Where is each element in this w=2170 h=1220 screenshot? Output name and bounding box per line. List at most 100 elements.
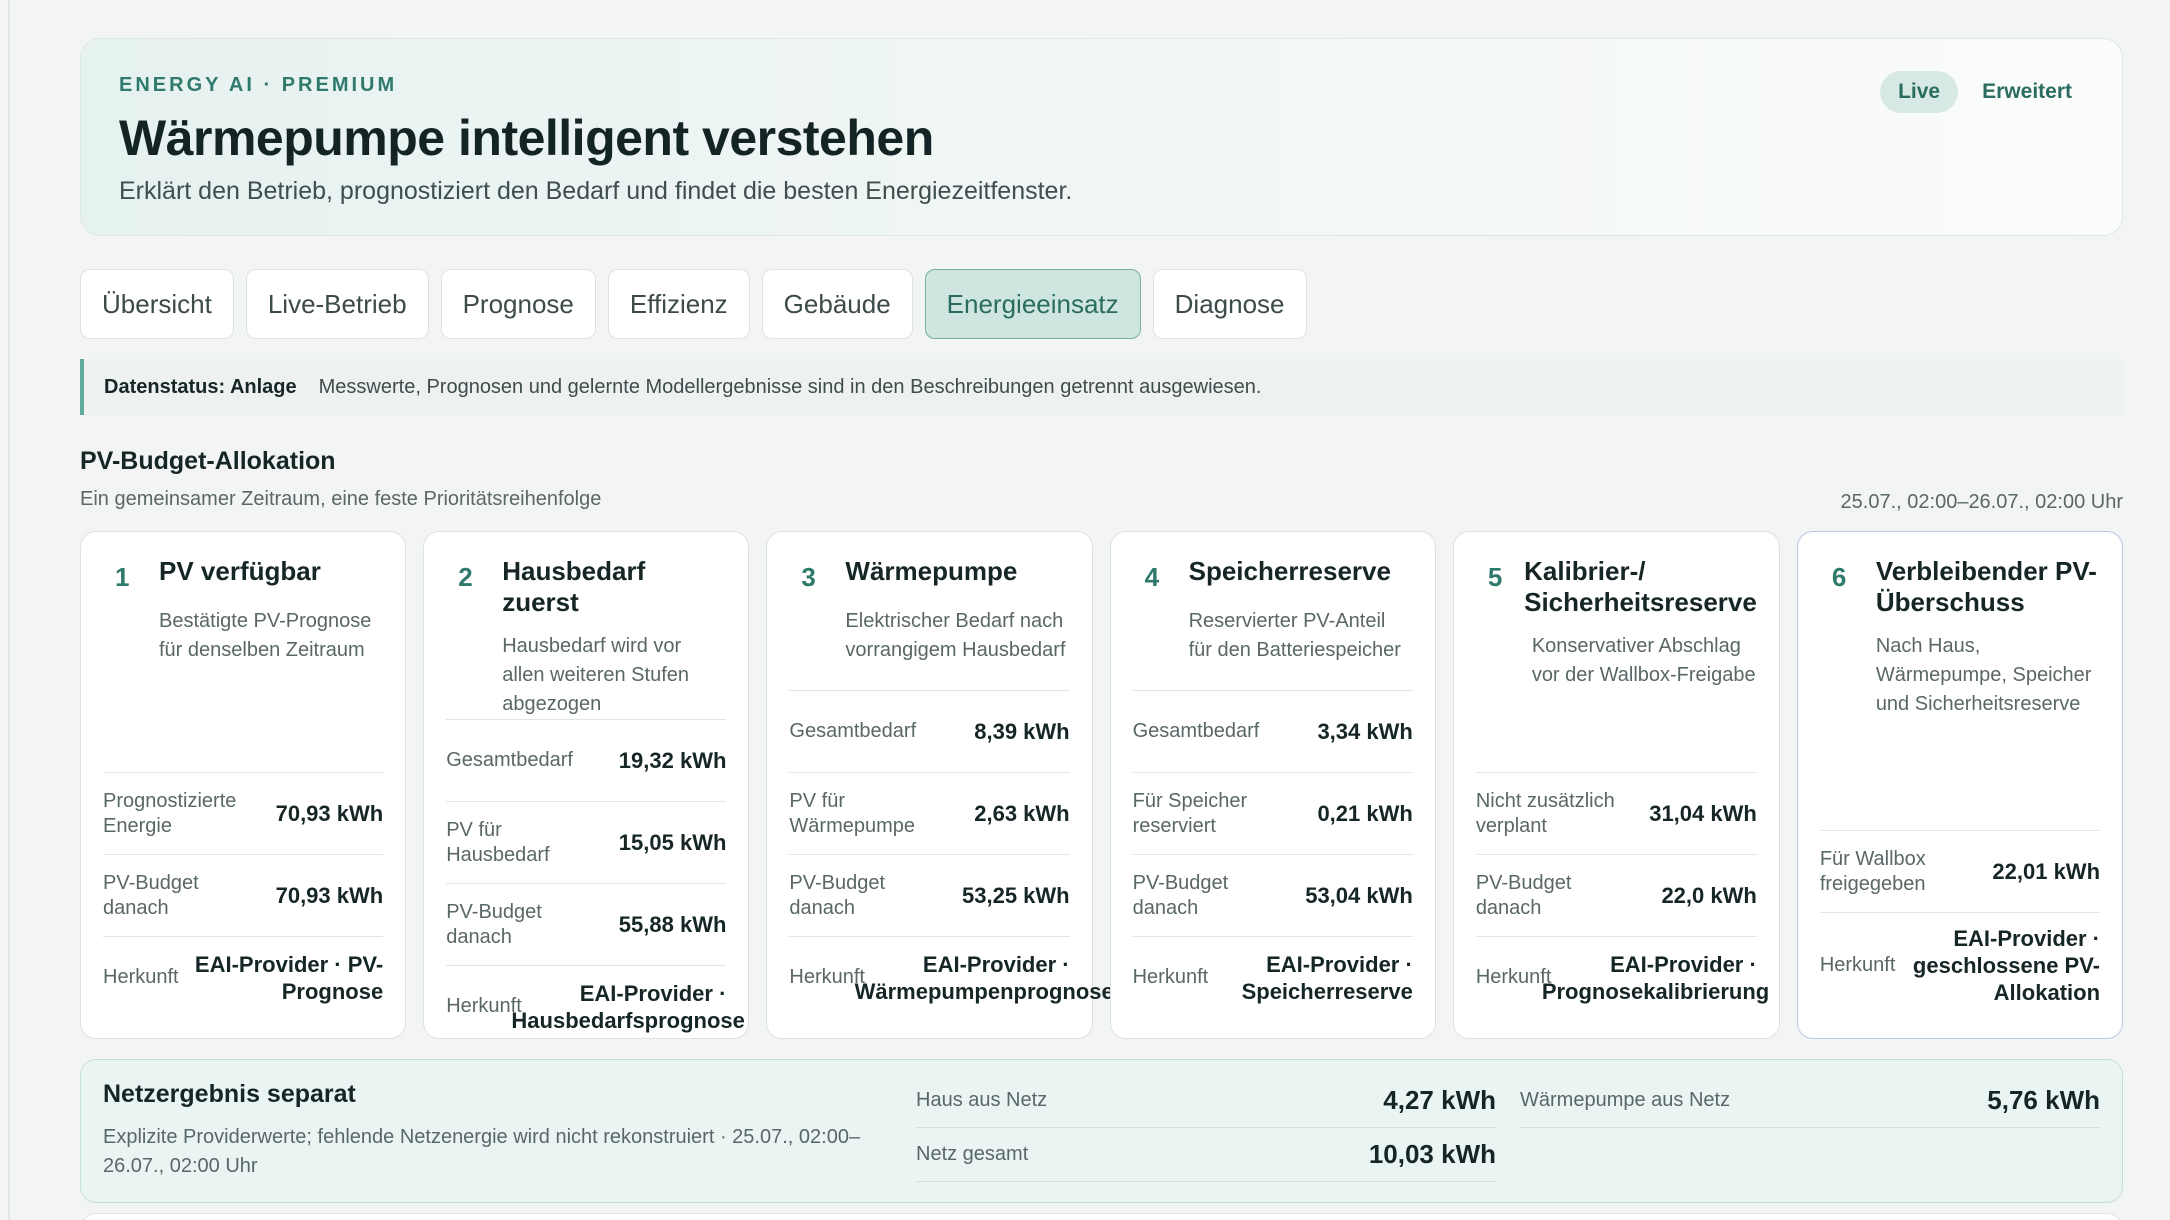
metric-label: Gesamtbedarf (789, 720, 917, 742)
card-description: Nach Haus, Wärmepumpe, Speicher und Sich… (1875, 635, 2092, 715)
metric-house-from-grid: Haus aus Netz 4,27 kWh (916, 1080, 1496, 1128)
next-section-card (80, 1213, 2123, 1220)
hero-header: ENERGY AI · PREMIUM Wärmepumpe intellige… (80, 38, 2123, 236)
card-description: Konservativer Abschlag vor der Wallbox-F… (1531, 635, 1756, 686)
metric-value: 19,32 kWh (618, 748, 727, 773)
metric-label: Für Wallbox freigegeben (1819, 847, 1926, 895)
metric-label: Für Speicher reserviert (1132, 789, 1248, 837)
card-description: Hausbedarf wird vor allen weiteren Stufe… (502, 635, 689, 715)
step-number: 2 (458, 562, 473, 592)
source-value: EAI-Provider · geschlossene PV-Allokatio… (1912, 926, 2101, 1005)
section-subtitle: Ein gemeinsamer Zeitraum, eine feste Pri… (80, 488, 602, 510)
metric-label: Wärmepumpe aus Netz (1520, 1089, 1731, 1111)
source-label: Herkunft (1475, 966, 1552, 988)
metric-label: PV-Budget danach (1475, 871, 1572, 919)
allocation-card-pv-surplus: 6 Verbleibender PV-Überschuss Nach Haus,… (1796, 531, 2124, 1039)
metric-row: Gesamtbedarf 8,39 kWh (789, 690, 1070, 772)
source-value: EAI-Provider · Wärmepumpenprognose (854, 951, 1114, 1004)
extended-toggle[interactable]: Erweitert (1982, 80, 2072, 104)
left-divider (8, 0, 10, 1220)
metric-label: Haus aus Netz (916, 1089, 1048, 1111)
metric-value: 53,04 kWh (1305, 883, 1413, 908)
tab-live-operation[interactable]: Live-Betrieb (245, 269, 429, 339)
metric-label: PV-Budget danach (789, 871, 886, 919)
status-text: Messwerte, Prognosen und gelernte Modell… (318, 375, 1262, 398)
card-title: PV verfügbar (159, 556, 321, 586)
card-description: Elektrischer Bedarf nach vorrangigem Hau… (845, 610, 1066, 661)
metric-value: 53,25 kWh (962, 883, 1070, 908)
metric-row: Gesamtbedarf 3,34 kWh (1132, 690, 1413, 772)
tab-bar: Übersicht Live-Betrieb Prognose Effizien… (80, 269, 2123, 339)
allocation-card-pv-available: 1 PV verfügbar Bestätigte PV-Prognose fü… (80, 531, 407, 1039)
card-title: Kalibrier-/ Sicherheitsreserve (1524, 556, 1757, 617)
metric-value: 70,93 kWh (275, 883, 384, 908)
metric-value: 31,04 kWh (1649, 801, 1757, 826)
metric-value: 70,93 kWh (275, 801, 384, 826)
metric-value: 10,03 kWh (1368, 1139, 1496, 1169)
source-label: Herkunft (103, 966, 179, 988)
page-title: Wärmepumpe intelligent verstehen (119, 110, 934, 166)
metric-row: PV für Hausbedarf 15,05 kWh (446, 801, 727, 883)
metric-row: Für Speicher reserviert 0,21 kWh (1132, 772, 1413, 854)
metric-heat-pump-from-grid: Wärmepumpe aus Netz 5,76 kWh (1520, 1080, 2100, 1128)
metric-row: PV-Budget danach 55,88 kWh (446, 883, 727, 965)
metric-grid-total: Netz gesamt 10,03 kWh (916, 1134, 1496, 1182)
data-status-banner: Datenstatus: Anlage Messwerte, Prognosen… (80, 359, 2123, 415)
section-time-range: 25.07., 02:00–26.07., 02:00 Uhr (1840, 491, 2123, 513)
metric-label: Gesamtbedarf (1132, 720, 1260, 742)
source-row: Herkunft EAI-Provider · Wärmepumpenprogn… (789, 936, 1114, 1018)
metric-label: PV für Hausbedarf (446, 818, 550, 866)
metric-value: 15,05 kWh (618, 830, 727, 855)
card-description: Reservierter PV-Anteil für den Batteries… (1188, 610, 1401, 661)
tab-energy-use[interactable]: Energieeinsatz (924, 269, 1141, 339)
card-title: Hausbedarf zuerst (502, 556, 646, 617)
card-title: Wärmepumpe (845, 556, 1018, 586)
step-number: 3 (801, 562, 816, 592)
source-label: Herkunft (1819, 954, 1896, 976)
source-row: Herkunft EAI-Provider · Prognosekalibrie… (1475, 936, 1769, 1018)
metric-value: 55,88 kWh (618, 912, 727, 937)
metric-row: Prognostizierte Energie 70,93 kWh (103, 772, 384, 854)
card-description: Bestätigte PV-Prognose für denselben Zei… (159, 610, 372, 661)
metric-label: Prognostizierte Energie (103, 789, 237, 837)
live-toggle[interactable]: Live (1880, 71, 1959, 113)
metric-row: PV für Wärmepumpe 2,63 kWh (789, 772, 1070, 854)
tab-forecast[interactable]: Prognose (440, 269, 596, 339)
source-row: Herkunft EAI-Provider · Hausbedarfsprogn… (446, 965, 745, 1047)
hero-actions: Live Erweitert (1880, 71, 2072, 113)
metric-row: PV-Budget danach 53,04 kWh (1132, 854, 1413, 936)
source-label: Herkunft (1132, 966, 1209, 988)
tab-overview[interactable]: Übersicht (80, 269, 234, 339)
metric-label: PV-Budget danach (103, 871, 199, 919)
section-header: PV-Budget-Allokation Ein gemeinsamer Zei… (80, 447, 2123, 513)
metric-label: PV für Wärmepumpe (789, 789, 916, 837)
grid-result-note: Explizite Providerwerte; fehlende Netzen… (103, 1126, 861, 1177)
metric-row: PV-Budget danach 22,0 kWh (1475, 854, 1757, 936)
metric-row: Für Wallbox freigegeben 22,01 kWh (1819, 830, 2101, 912)
grid-result-panel: Netzergebnis separat Explizite Providerw… (80, 1059, 2123, 1203)
allocation-card-storage-reserve: 4 Speicherreserve Reservierter PV-Anteil… (1109, 531, 1436, 1039)
tab-efficiency[interactable]: Effizienz (607, 269, 750, 339)
source-row: Herkunft EAI-Provider · Speicherreserve (1132, 936, 1413, 1018)
tab-building[interactable]: Gebäude (761, 269, 913, 339)
step-number: 6 (1831, 562, 1847, 592)
eyebrow: ENERGY AI · PREMIUM (119, 74, 398, 96)
allocation-cards: 1 PV verfügbar Bestätigte PV-Prognose fü… (80, 531, 2124, 1039)
metric-row: PV-Budget danach 70,93 kWh (103, 854, 384, 936)
page-subtitle: Erklärt den Betrieb, prognostiziert den … (119, 177, 1073, 205)
status-label: Datenstatus: Anlage (104, 375, 297, 398)
allocation-card-heat-pump: 3 Wärmepumpe Elektrischer Bedarf nach vo… (766, 531, 1114, 1039)
metric-value: 5,76 kWh (1987, 1085, 2100, 1115)
source-row: Herkunft EAI-Provider · geschlossene PV-… (1819, 912, 2101, 1018)
step-number: 4 (1144, 562, 1160, 592)
metric-value: 22,0 kWh (1661, 883, 1757, 908)
metric-value: 2,63 kWh (974, 801, 1070, 826)
source-label: Herkunft (446, 995, 522, 1017)
tab-diagnosis[interactable]: Diagnose (1152, 269, 1307, 339)
metric-label: PV-Budget danach (1132, 871, 1229, 919)
metric-row: Nicht zusätzlich verplant 31,04 kWh (1475, 772, 1757, 854)
allocation-card-house-demand: 2 Hausbedarf zuerst Hausbedarf wird vor … (423, 531, 750, 1039)
source-value: EAI-Provider · Hausbedarfsprognose (511, 980, 745, 1033)
metric-row: PV-Budget danach 53,25 kWh (789, 854, 1070, 936)
section-title: PV-Budget-Allokation (80, 447, 336, 475)
